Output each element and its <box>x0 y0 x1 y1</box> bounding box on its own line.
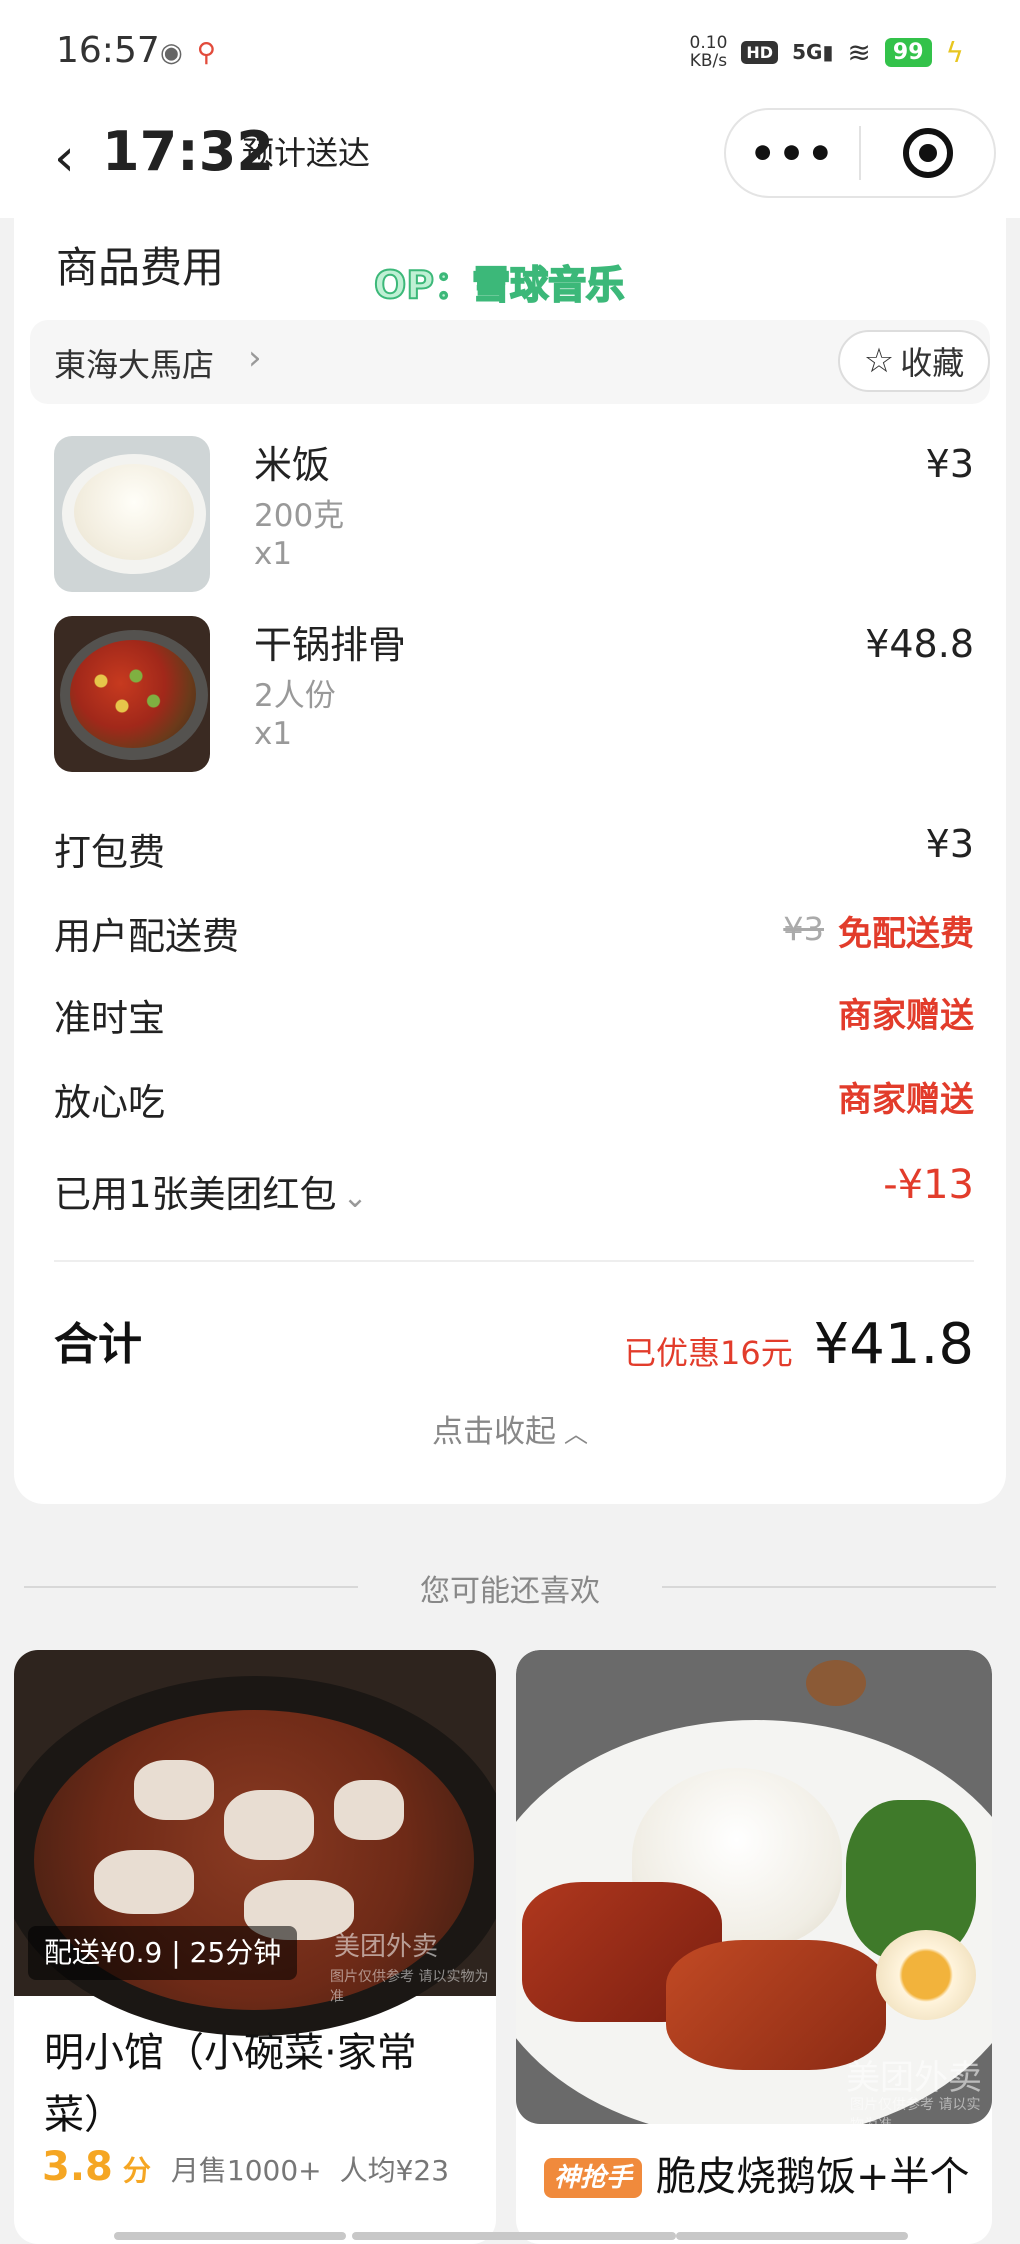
food-shape <box>94 1850 194 1914</box>
chevron-up-icon: ︿ <box>564 1420 588 1448</box>
ribs-image <box>54 616 210 772</box>
target-dot <box>918 144 937 162</box>
recommend-card[interactable]: 美团外卖 图片仅供参考 请以实物为准 神抢手 脆皮烧鹅饭+半个卤蛋+两个青菜+米… <box>516 1650 992 2244</box>
wifi-icon: ≋ <box>847 35 871 69</box>
signal-label: 5G <box>792 40 823 64</box>
miniapp-capsule: ••• <box>724 108 996 198</box>
chevron-down-icon: ⌄ <box>342 1180 368 1215</box>
status-bar: 16:57 ◉ ⚲ 0.10 KB/s HD 5G▮ ≋ 99 ϟ <box>0 0 1020 108</box>
safe-eat-row: 放心吃 商家赠送 <box>54 1066 974 1126</box>
collapse-toggle[interactable]: 点击收起 ︿ <box>14 1406 1006 1451</box>
spoon-shape <box>806 1660 866 1706</box>
hot-badge: 神抢手 <box>544 2158 643 2198</box>
total-label: 合计 <box>54 1319 142 1370</box>
food-shape <box>224 1790 314 1860</box>
shop-score-unit: 分 <box>122 2154 151 2187</box>
image-watermark-sub: 图片仅供参考 请以实物为准 <box>330 1969 489 2005</box>
food-shape <box>334 1780 404 1840</box>
overlay-watermark: OP：雪球音乐 <box>373 262 625 308</box>
hd-icon: HD <box>741 40 779 64</box>
status-right-icons: 0.10 KB/s HD 5G▮ ≋ 99 ϟ <box>690 34 964 70</box>
image-watermark: 美团外卖 <box>334 1932 439 1962</box>
shop-score: 3.8 <box>42 2144 113 2190</box>
back-icon[interactable]: ‹ <box>54 128 75 188</box>
close-miniapp-icon[interactable] <box>861 128 994 178</box>
packing-fee-row: 打包费 ¥3 <box>54 816 974 876</box>
status-left-icons: ◉ ⚲ <box>160 38 216 68</box>
shop-avg-price: 人均¥23 <box>339 2154 450 2187</box>
item-qty: x1 <box>254 716 293 752</box>
ontime-label: 准时宝 <box>54 997 165 1040</box>
total-amount: ¥41.8 <box>813 1312 974 1377</box>
signal-icon: 5G▮ <box>792 40 834 64</box>
recommend-header: 您可能还喜欢 <box>0 1566 1020 1609</box>
target-ring <box>902 128 953 178</box>
coupon-label-text: 已用1张美团红包 <box>54 1173 337 1216</box>
rice-image <box>54 436 210 592</box>
item-name: 米饭 <box>254 443 331 487</box>
location-pin-icon: ⚲ <box>196 38 216 68</box>
packing-fee-label: 打包费 <box>54 831 165 874</box>
dish-image[interactable]: 美团外卖 图片仅供参考 请以实物为准 <box>516 1650 992 2124</box>
net-speed-value: 0.10 <box>689 33 728 53</box>
dish-name[interactable]: 脆皮烧鹅饭+半个卤蛋+两个青菜+米饭 <box>656 2150 986 2210</box>
delivery-fee-value: 免配送费 <box>838 914 974 954</box>
shop-sales: 月售1000+ <box>170 2154 322 2187</box>
item-spec: 200克 <box>254 498 345 534</box>
total-saved: 已优惠16元 <box>624 1334 793 1372</box>
charging-icon: ϟ <box>945 35 964 69</box>
recommend-card[interactable]: 美团外卖 图片仅供参考 请以实物为准 配送¥0.9 | 25分钟 明小馆（小碗菜… <box>14 1650 496 2244</box>
delivery-fee-original: ¥3 <box>783 910 824 948</box>
image-watermark: 美团外卖 <box>846 2058 982 2098</box>
more-icon[interactable]: ••• <box>726 129 859 178</box>
home-indicator <box>352 2232 676 2240</box>
item-qty: x1 <box>254 536 293 572</box>
net-speed: 0.10 KB/s <box>690 34 728 70</box>
image-watermark-sub: 图片仅供参考 请以实物为准 <box>850 2097 981 2124</box>
ontime-row: 准时宝 商家赠送 <box>54 982 974 1042</box>
home-indicator <box>114 2232 346 2240</box>
order-fee-card: 商品费用 OP：雪球音乐 東海大馬店 › ☆ 收藏 米饭 200克 x1 ¥3 … <box>14 216 1006 1504</box>
egg-shape <box>876 1930 976 2020</box>
safe-eat-label: 放心吃 <box>54 1081 165 1124</box>
garnish-shape <box>94 666 164 716</box>
packing-fee-value: ¥3 <box>925 822 974 866</box>
recommend-title: 您可能还喜欢 <box>420 1574 600 1609</box>
item-spec: 2人份 <box>254 678 336 714</box>
food-shape <box>134 1760 214 1820</box>
delivery-fee-label: 用户配送费 <box>54 915 239 958</box>
shop-name[interactable]: 明小馆（小碗菜·家常菜） <box>44 2022 474 2146</box>
divider <box>54 1260 974 1262</box>
status-time: 16:57 <box>56 30 160 71</box>
home-indicator <box>676 2232 908 2240</box>
coupon-value: -¥13 <box>883 1162 974 1208</box>
section-title: 商品费用 <box>56 243 225 292</box>
battery-icon: 99 <box>884 37 932 67</box>
coupon-label[interactable]: 已用1张美团红包 ⌄ <box>54 1164 368 1218</box>
collapse-label[interactable]: 点击收起 <box>432 1414 556 1450</box>
shop-image[interactable]: 美团外卖 图片仅供参考 请以实物为准 配送¥0.9 | 25分钟 <box>14 1650 496 2036</box>
item-price: ¥3 <box>925 442 974 486</box>
shop-stats: 3.8 分 月售1000+ 人均¥23 <box>42 2144 449 2190</box>
ribs-row: 干锅排骨 2人份 x1 ¥48.8 <box>54 616 974 776</box>
delivery-badge: 配送¥0.9 | 25分钟 <box>28 1926 298 1980</box>
coupon-row[interactable]: 已用1张美团红包 ⌄ -¥13 <box>54 1158 974 1218</box>
rice-row: 米饭 200克 x1 ¥3 <box>54 436 974 596</box>
eta-label: 预计送达 <box>242 134 371 172</box>
safe-eat-value: 商家赠送 <box>838 1080 974 1120</box>
ontime-value: 商家赠送 <box>838 996 974 1036</box>
net-speed-unit: KB/s <box>689 51 728 71</box>
item-price: ¥48.8 <box>865 622 974 666</box>
item-name: 干锅排骨 <box>254 623 407 667</box>
delivery-fee-row: 用户配送费 ¥3 免配送费 <box>54 900 974 960</box>
rice-shape <box>74 464 194 560</box>
header: ‹ 17:32 预计送达 ••• <box>0 108 1020 218</box>
app-notification-icon: ◉ <box>160 38 183 68</box>
